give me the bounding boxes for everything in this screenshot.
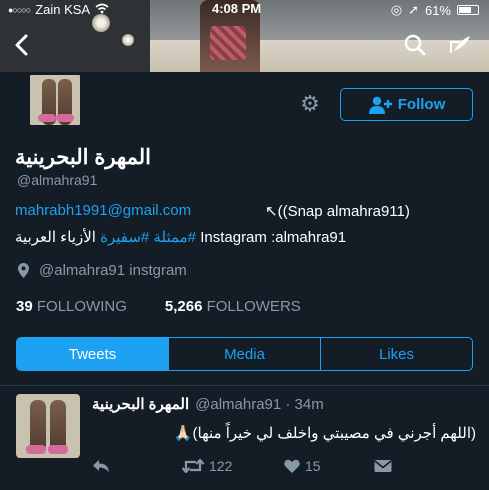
tab-tweets[interactable]: Tweets <box>17 338 168 370</box>
wifi-icon <box>95 2 109 17</box>
profile-handle: @almahra91 <box>17 172 98 188</box>
profile-tabs: Tweets Media Likes <box>16 337 473 371</box>
followers-stat[interactable]: 5,266 FOLLOWERS <box>165 298 301 315</box>
follow-button[interactable]: Follow <box>340 88 473 121</box>
location-pin-icon <box>18 263 29 278</box>
followers-label: FOLLOWERS <box>206 298 301 315</box>
battery-percent: 61% <box>424 2 451 18</box>
tweet-header: المهرة البحرينية @almahra91 · 34m <box>92 395 324 413</box>
heart-icon <box>284 459 300 473</box>
tweet-actions: 122 15 <box>92 458 392 474</box>
location-text: @almahra91 instgram <box>39 262 187 279</box>
search-icon <box>404 34 426 56</box>
signal-icon: ●○○○○ <box>8 4 31 15</box>
bio-snap-text: ((Snap almahra911) <box>277 203 410 220</box>
tab-likes[interactable]: Likes <box>320 338 472 370</box>
bio-snap-line: ↖((Snap almahra911) <box>265 202 410 220</box>
following-count: 39 <box>16 298 33 315</box>
following-stat[interactable]: 39 FOLLOWING <box>16 298 127 315</box>
followers-count: 5,266 <box>164 298 203 315</box>
profile-location: @almahra91 instgram <box>18 262 187 279</box>
add-user-icon <box>368 96 392 114</box>
search-button[interactable] <box>400 30 430 60</box>
retweet-count: 122 <box>209 458 233 474</box>
bio-line: Instagram :almahra91 #ممثلة #سفيرة الأزي… <box>15 228 407 246</box>
settings-button[interactable]: ⚙ <box>298 91 322 116</box>
profile-avatar[interactable] <box>27 72 83 128</box>
retweet-button[interactable]: 122 <box>182 458 284 474</box>
like-count: 15 <box>305 458 321 474</box>
compose-icon <box>450 36 470 53</box>
like-button[interactable]: 15 <box>284 458 374 474</box>
bio-email-line: mahrabh1991@gmail.com <box>15 202 191 219</box>
arrow-icon: ↖ <box>265 203 278 220</box>
status-time: 4:08 PM <box>212 1 262 16</box>
tweet-text: (اللهم أجرني في مصيبتي واخلف لي خيراً من… <box>173 425 476 442</box>
back-button[interactable] <box>6 30 36 60</box>
battery-icon <box>457 5 479 15</box>
status-bar: ●○○○○ Zain KSA 4:08 PM ◎ ➚ 61% <box>0 0 489 18</box>
reply-icon <box>93 460 109 472</box>
bio-hashtags[interactable]: #ممثلة #سفيرة <box>100 229 196 246</box>
chevron-left-icon <box>15 34 28 56</box>
divider <box>0 385 489 386</box>
retweet-icon <box>182 459 204 473</box>
envelope-icon <box>374 460 392 472</box>
follow-label: Follow <box>397 96 446 113</box>
direct-message-button[interactable] <box>374 459 392 473</box>
rotation-lock-icon: ◎ <box>390 2 403 17</box>
bio-email-link[interactable]: mahrabh1991@gmail.com <box>15 202 191 219</box>
tab-media[interactable]: Media <box>168 338 320 370</box>
carrier-label: Zain KSA <box>35 2 91 17</box>
compose-button[interactable] <box>445 30 475 60</box>
location-arrow-icon: ➚ <box>408 2 419 17</box>
profile-stats: 39 FOLLOWING 5,266 FOLLOWERS <box>16 298 301 315</box>
following-label: FOLLOWING <box>36 298 127 315</box>
gear-icon: ⚙ <box>300 91 320 116</box>
tweet-author-name[interactable]: المهرة البحرينية <box>92 395 189 413</box>
profile-display-name: المهرة البحرينية <box>15 146 151 169</box>
reply-button[interactable] <box>92 459 182 473</box>
tweet-handle-time: @almahra91 · 34m <box>195 396 324 413</box>
bio-tail-text: الأزياء العربية <box>15 229 96 246</box>
bio-instagram-text: Instagram :almahra91 <box>200 229 347 246</box>
tweet-avatar[interactable] <box>16 394 80 458</box>
